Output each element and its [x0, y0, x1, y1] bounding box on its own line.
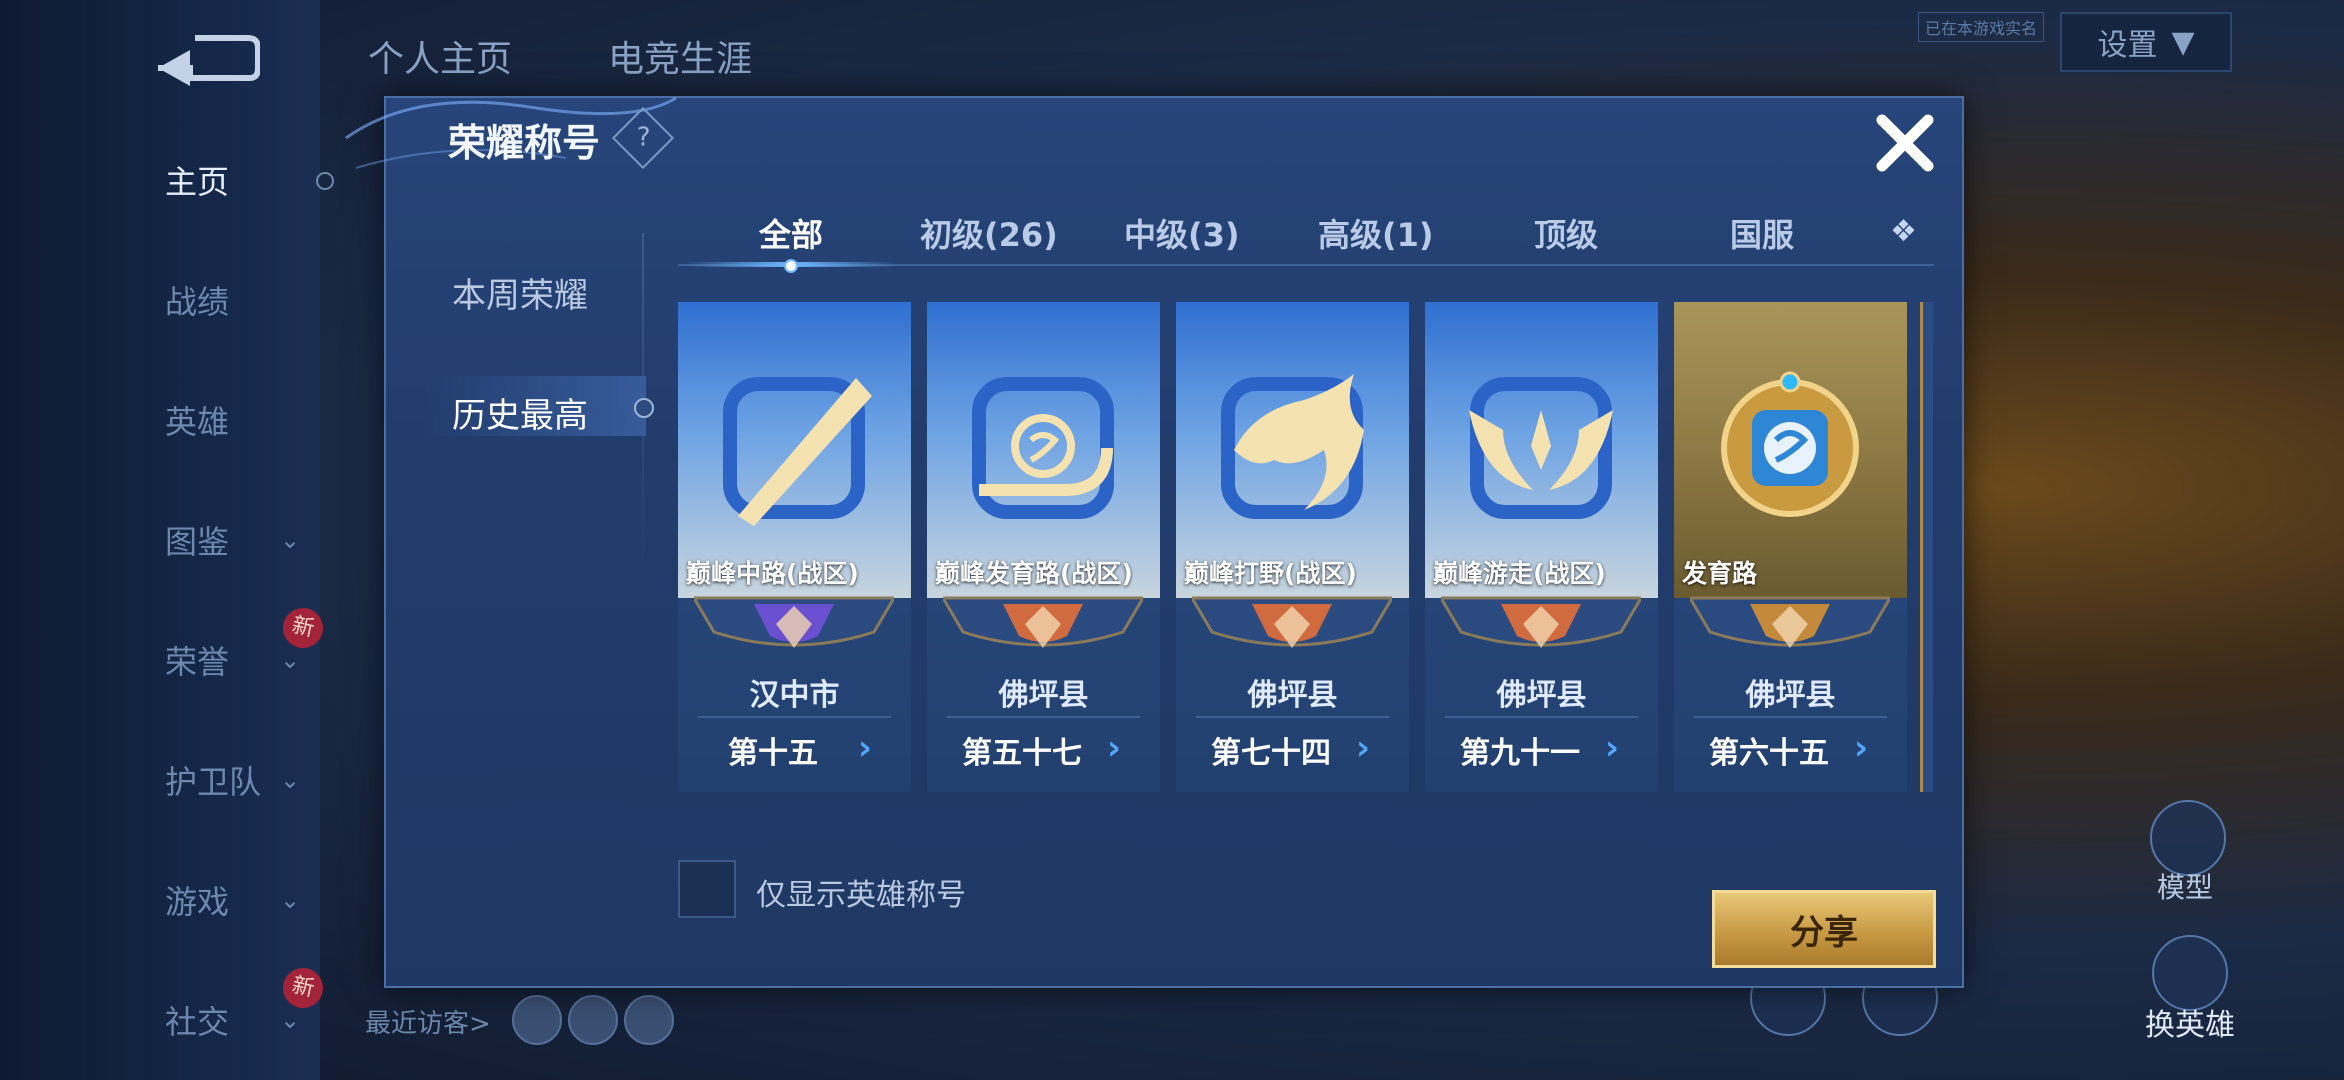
visitor-avatar[interactable]: [624, 995, 674, 1045]
checkbox-label: 仅显示英雄称号: [756, 878, 966, 913]
card-rank: 第五十七: [962, 736, 1082, 771]
sidebar: 主页 战绩 英雄 图鉴 ⌄ 荣誉 ⌄ 新护卫队 ⌄ 游戏 ⌄ 社交 ⌄ 新: [0, 0, 334, 1080]
sidebar-item-label: 护卫队: [165, 763, 262, 801]
sidebar-item-heroes[interactable]: 英雄: [0, 390, 320, 450]
card-partial-next[interactable]: [1920, 302, 1933, 792]
card-title-name: 巅峰打野(战区): [1184, 559, 1357, 588]
sidebar-item-label: 主页: [165, 163, 230, 201]
rank-banner-icon: [1192, 596, 1392, 648]
model-button-label[interactable]: 模型: [2140, 866, 2230, 906]
honor-title-card[interactable]: 巅峰打野(战区) 佛坪县第七十四 ›: [1176, 302, 1409, 792]
card-divider: [1445, 716, 1638, 718]
chevron-down-icon: ▼: [2171, 24, 2195, 60]
sidebar-item-label: 游戏: [165, 883, 230, 921]
menu-active-dot: [634, 398, 654, 418]
model-icon[interactable]: [2150, 800, 2226, 876]
honor-title-card[interactable]: 巅峰中路(战区) 汉中市第十五 ›: [678, 302, 911, 792]
card-rank: 第十五: [728, 736, 818, 771]
card-region: 佛坪县: [1247, 678, 1338, 713]
card-divider: [1196, 716, 1389, 718]
card-divider: [947, 716, 1140, 718]
tab-national[interactable]: 国服: [1730, 210, 1794, 256]
chevron-down-icon: ⌄: [280, 646, 301, 674]
sidebar-item-label: 战绩: [165, 283, 230, 321]
chevron-down-icon: ⌄: [280, 1006, 301, 1034]
sidebar-active-dot: [316, 172, 334, 190]
tab-advanced[interactable]: 高级(1): [1318, 210, 1434, 256]
rank-banner-icon: [943, 596, 1143, 648]
sidebar-item-home[interactable]: 主页: [0, 150, 320, 210]
honor-title-card[interactable]: 巅峰发育路(战区) 佛坪县第五十七 ›: [927, 302, 1160, 792]
hero-title-only-checkbox[interactable]: [678, 860, 736, 918]
chevron-right-icon[interactable]: ›: [858, 728, 872, 768]
sidebar-item-label: 英雄: [165, 403, 230, 441]
honor-title-card[interactable]: 巅峰游走(战区) 佛坪县第九十一 ›: [1425, 302, 1658, 792]
dragon-emblem-icon: [1221, 374, 1364, 519]
wings-emblem-icon: [1469, 377, 1613, 519]
settings-label: 设置: [2097, 28, 2158, 63]
back-arrow-icon[interactable]: [150, 28, 260, 88]
active-tab-dot: [784, 259, 798, 273]
marksman-emblem-icon: [972, 377, 1114, 519]
chevron-right-icon[interactable]: ›: [1107, 728, 1121, 768]
change-hero-label[interactable]: 换英雄: [2135, 1000, 2245, 1044]
visitor-avatar[interactable]: [568, 995, 618, 1045]
card-title-name: 巅峰中路(战区): [686, 559, 859, 588]
recent-visitors-link[interactable]: 最近访客>: [365, 1003, 491, 1040]
sidebar-item-records[interactable]: 战绩: [0, 270, 320, 330]
help-glyph: ?: [636, 122, 651, 153]
card-divider: [1694, 716, 1887, 718]
card-title-name: 发育路: [1682, 559, 1758, 588]
tab-all[interactable]: 全部: [759, 210, 823, 256]
sidebar-item-honor[interactable]: 荣誉 ⌄: [0, 630, 320, 690]
tab-top[interactable]: 顶级: [1534, 210, 1598, 256]
sidebar-item-social[interactable]: 社交 ⌄: [0, 990, 320, 1050]
sidebar-item-games[interactable]: 游戏 ⌄: [0, 870, 320, 930]
share-label: 分享: [1790, 912, 1858, 953]
card-region: 汉中市: [749, 678, 840, 713]
visitor-avatar[interactable]: [512, 995, 562, 1045]
tab-esports-career[interactable]: 电竞生涯: [608, 30, 752, 82]
rank-banner-icon: [1690, 596, 1890, 648]
chevron-down-icon: ⌄: [280, 526, 301, 554]
honor-title-dialog: 荣耀称号 ? 本周荣耀 历史最高 全部 初级(26) 中级(3) 高级(1) 顶…: [345, 96, 1964, 988]
rank-banner-icon: [694, 596, 894, 648]
card-rank: 第九十一: [1460, 736, 1580, 771]
card-rank: 第六十五: [1709, 736, 1829, 771]
slash-emblem-icon: [723, 377, 872, 526]
sidebar-item-label: 荣誉: [165, 643, 230, 681]
card-region: 佛坪县: [998, 678, 1089, 713]
honor-title-card[interactable]: 发育路佛坪县第六十五 ›: [1674, 302, 1907, 792]
share-button[interactable]: 分享: [1712, 890, 1936, 968]
more-tabs-icon[interactable]: ❖: [1890, 214, 1917, 249]
menu-weekly-honor[interactable]: 本周荣耀: [452, 268, 588, 317]
chevron-right-icon[interactable]: ›: [1854, 728, 1868, 768]
card-rank: 第七十四: [1211, 736, 1331, 771]
card-divider: [698, 716, 891, 718]
card-region: 佛坪县: [1745, 678, 1836, 713]
card-title-name: 巅峰游走(战区): [1433, 559, 1606, 588]
card-title-name: 巅峰发育路(战区): [935, 559, 1133, 588]
tab-intermediate[interactable]: 中级(3): [1124, 210, 1240, 256]
sidebar-item-label: 社交: [165, 1003, 230, 1041]
rank-banner-icon: [1441, 596, 1641, 648]
close-icon[interactable]: [1870, 108, 1940, 178]
sidebar-item-guard[interactable]: 护卫队 ⌄: [0, 750, 320, 810]
tab-personal-home[interactable]: 个人主页: [368, 30, 512, 82]
sidebar-item-label: 图鉴: [165, 523, 230, 561]
menu-history-best[interactable]: 历史最高: [452, 388, 588, 437]
dialog-title: 荣耀称号: [448, 121, 601, 165]
chevron-right-icon[interactable]: ›: [1605, 728, 1619, 768]
gold-shield-emblem-icon: [1721, 371, 1859, 517]
tab-beginner[interactable]: 初级(26): [920, 210, 1058, 256]
chevron-right-icon[interactable]: ›: [1356, 728, 1370, 768]
chevron-down-icon: ⌄: [280, 766, 301, 794]
settings-button[interactable]: 设置 ▼: [2060, 12, 2232, 72]
real-name-badge: 已在本游戏实名: [1918, 12, 2045, 42]
card-region: 佛坪县: [1496, 678, 1587, 713]
sidebar-item-codex[interactable]: 图鉴 ⌄: [0, 510, 320, 570]
chevron-down-icon: ⌄: [280, 886, 301, 914]
